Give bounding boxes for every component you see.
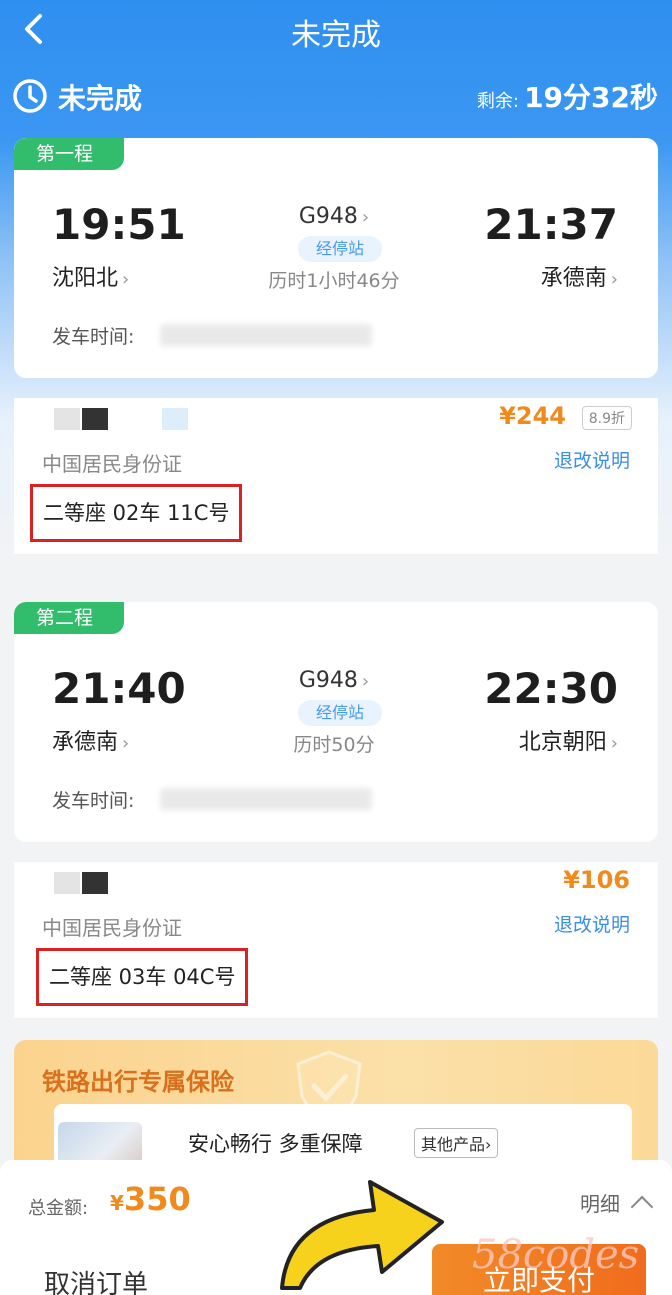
ticket-price: ¥106 (563, 866, 630, 894)
departure-station-name: 沈阳北 (52, 266, 119, 291)
other-products-button[interactable]: 其他产品› (414, 1128, 499, 1158)
countdown-value: 19分32秒 (524, 81, 658, 114)
redacted-name (162, 408, 188, 430)
seat-info: 二等座 03车 04C号 (49, 965, 236, 989)
insurance-banner[interactable]: 铁路出行专属保险 安心畅行 多重保障 其他产品› (14, 1040, 658, 1180)
total-label: 总金额: (28, 1198, 89, 1219)
currency-symbol: ¥ (110, 1191, 124, 1215)
arrival-time: 22:30 (484, 664, 618, 713)
trip-duration: 历时50分 (293, 734, 375, 756)
redacted-name (54, 408, 80, 430)
clock-icon (13, 79, 47, 113)
other-products-label: 其他产品 (421, 1135, 486, 1154)
leg-badge: 第二程 (14, 602, 124, 634)
stops-button[interactable]: 经停站 (298, 700, 382, 726)
arrival-station[interactable]: 北京朝阳 › (519, 724, 618, 756)
redacted-departure-date (160, 788, 372, 810)
refund-policy-link[interactable]: 退改说明 (554, 910, 630, 937)
discount-badge: 8.9折 (581, 406, 632, 430)
departure-time: 19:51 (52, 200, 186, 249)
passenger-card-1: ¥244 8.9折 中国居民身份证 退改说明 二等座 02车 11C号 (14, 398, 658, 554)
departure-station[interactable]: 承德南 › (52, 724, 129, 756)
pointer-arrow-icon (280, 1180, 444, 1290)
order-status-row: 未完成 剩余: 19分32秒 (0, 72, 672, 122)
refund-policy-link[interactable]: 退改说明 (554, 446, 630, 473)
chevron-right-icon: › (361, 207, 370, 228)
train-number-text: G948 (298, 204, 358, 229)
passenger-card-2: ¥106 中国居民身份证 退改说明 二等座 03车 04C号 (14, 862, 658, 1018)
leg-card-2: 第二程 21:40 承德南 › G948 › 经停站 历时50分 22:30 北京朝… (14, 602, 658, 842)
detail-label: 明细 (580, 1192, 620, 1216)
chevron-right-icon: › (122, 733, 130, 754)
redacted-name (82, 408, 108, 430)
countdown-label: 剩余: (476, 91, 519, 112)
departure-station[interactable]: 沈阳北 › (52, 260, 129, 292)
redacted-departure-date (160, 324, 372, 346)
departure-time: 21:40 (52, 664, 186, 713)
page-title: 未完成 (291, 18, 381, 53)
chevron-up-icon (630, 1195, 654, 1219)
departure-date-label: 发车时间: (52, 326, 135, 348)
insurance-slogan: 安心畅行 多重保障 (188, 1132, 363, 1156)
train-number[interactable]: G948 › (224, 668, 444, 693)
leg-badge: 第一程 (14, 138, 124, 170)
trip-duration: 历时1小时46分 (268, 270, 400, 292)
arrival-station[interactable]: 承德南 › (541, 260, 618, 292)
countdown: 剩余: 19分32秒 (477, 76, 658, 116)
ticket-price: ¥244 (499, 402, 566, 430)
leg-card-1: 第一程 19:51 沈阳北 › G948 › 经停站 历时1小时46分 21:37 … (14, 138, 658, 378)
id-type: 中国居民身份证 (42, 916, 182, 940)
seat-info: 二等座 02车 11C号 (43, 501, 230, 525)
redacted-name (82, 872, 108, 894)
price-detail-toggle[interactable]: 明细 (580, 1188, 654, 1219)
total-value: 350 (123, 1180, 191, 1218)
departure-date-label: 发车时间: (52, 790, 135, 812)
chevron-right-icon: › (485, 1135, 492, 1154)
arrival-station-name: 北京朝阳 (518, 730, 607, 755)
redacted-name (54, 872, 80, 894)
total-amount: ¥350 (110, 1180, 191, 1218)
chevron-right-icon: › (610, 733, 618, 754)
train-number[interactable]: G948 › (224, 204, 444, 229)
watermark: 58codes (472, 1232, 640, 1278)
insurance-title: 铁路出行专属保险 (42, 1068, 234, 1096)
stops-button[interactable]: 经停站 (298, 236, 382, 262)
cancel-order-button[interactable]: 取消订单 (44, 1264, 148, 1295)
train-number-text: G948 (298, 668, 358, 693)
departure-station-name: 承德南 (52, 730, 119, 755)
arrival-station-name: 承德南 (540, 266, 607, 291)
chevron-right-icon: › (122, 269, 130, 290)
seat-highlight: 二等座 03车 04C号 (36, 948, 249, 1006)
status-label: 未完成 (58, 82, 143, 115)
seat-highlight: 二等座 02车 11C号 (30, 484, 243, 542)
chevron-right-icon: › (610, 269, 618, 290)
nav-bar: 未完成 (0, 0, 672, 60)
chevron-right-icon: › (361, 671, 370, 692)
arrival-time: 21:37 (484, 200, 618, 249)
id-type: 中国居民身份证 (42, 452, 182, 476)
